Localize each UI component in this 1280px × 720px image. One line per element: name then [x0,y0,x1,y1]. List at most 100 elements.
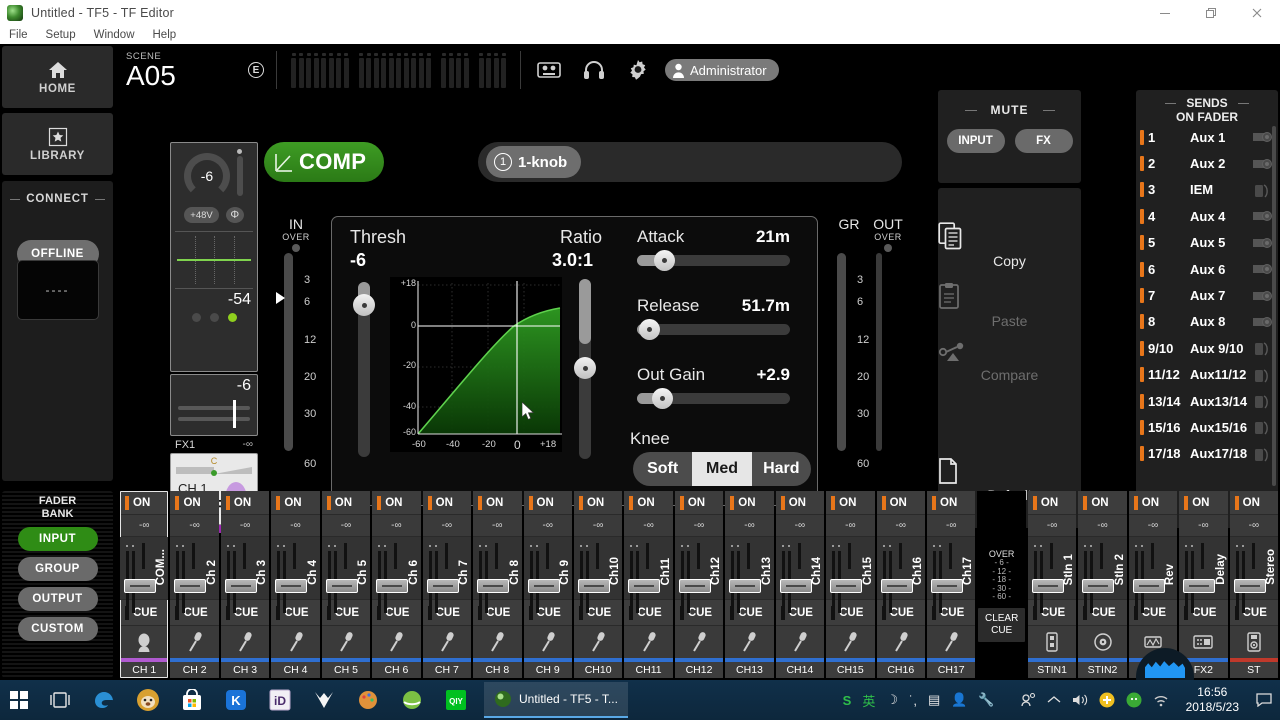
menu-file[interactable]: File [9,29,28,41]
fader-bank-group-button[interactable]: GROUP [17,557,98,581]
channel-strip-ch17[interactable]: ON -∞ Ch17 CUE CH17 [927,491,976,678]
ratio-slider-knob[interactable] [574,357,596,379]
wifi-icon[interactable] [1153,694,1169,707]
fader-cap[interactable] [729,579,762,593]
channel-on-button[interactable]: ON [321,491,371,515]
channel-on-button[interactable]: ON [271,491,320,515]
release-slider-knob[interactable] [639,319,660,340]
channel-strip-ch4[interactable]: ON -∞ Ch 4 CUE CH 4 [271,491,320,678]
channel-fader[interactable]: StIn 1 [1027,537,1077,613]
menu-help[interactable]: Help [153,29,177,41]
channel-fader[interactable]: Ch16 [876,537,925,613]
channel-fader[interactable]: Ch10 [573,537,623,613]
maxthon-browser-icon[interactable] [302,680,346,720]
fader-bank-output-button[interactable]: OUTPUT [17,587,98,611]
channel-strip-ch11[interactable]: ON -∞ Ch11 CUE CH11 [624,491,673,678]
channel-fader[interactable]: StIn 2 [1078,537,1127,613]
channel-on-button[interactable]: ON [523,491,572,515]
fader-cap[interactable] [1031,579,1064,593]
qiy-app-icon[interactable]: QIY [434,680,478,720]
channel-fader[interactable]: Stereo [1229,537,1279,613]
channel-strip-ch14[interactable]: ON -∞ Ch14 CUE CH14 [775,491,825,678]
channel-on-button[interactable]: ON [1128,491,1178,515]
notifications-icon[interactable] [1256,693,1272,707]
plus-app-icon[interactable] [1099,692,1115,708]
channel-fader[interactable]: Ch11 [624,537,673,613]
scene-display[interactable]: SCENE A05 [118,51,236,90]
fader-bank-custom-button[interactable]: CUSTOM [17,617,98,641]
fader-cap[interactable] [426,579,459,593]
channel-strip-ch13[interactable]: ON -∞ Ch13 CUE CH13 [725,491,774,678]
channel-on-button[interactable]: ON [120,491,169,515]
ime-tools-icon[interactable]: 🔧 [978,692,994,708]
fader-cap[interactable] [224,579,257,593]
maximize-button[interactable] [1188,0,1234,26]
fader-cap[interactable] [779,579,812,593]
channel-fader[interactable]: Ch13 [725,537,774,613]
menu-setup[interactable]: Setup [46,29,76,41]
channel-fader-section[interactable]: -6 [170,374,258,436]
ime-person-icon[interactable]: 👤 [951,692,967,708]
channel-on-button[interactable]: ON [473,491,522,515]
outgain-slider-knob[interactable] [652,388,673,409]
channel-fader[interactable]: Ch 4 [271,537,320,613]
ime-keyboard-icon[interactable]: ▤ [928,692,940,708]
tray-chevron-up-icon[interactable] [1047,695,1061,705]
fader-cap[interactable] [174,579,207,593]
channel-strip-ch16[interactable]: ON -∞ Ch16 CUE CH16 [876,491,925,678]
mute-fx-button[interactable]: FX [1014,129,1073,153]
channel-on-button[interactable]: ON [573,491,623,515]
channel-on-button[interactable]: ON [876,491,925,515]
send-row-aux-9-10[interactable]: 9/10 Aux 9/10 [1136,335,1278,361]
channel-on-button[interactable]: ON [372,491,421,515]
send-row-aux11-12[interactable]: 11/12 Aux11/12 [1136,362,1278,388]
fader-cap[interactable] [275,579,308,593]
ime-dot-icon[interactable]: ˙, [909,693,917,708]
volume-icon[interactable] [1072,693,1088,707]
channel-strip-ch3[interactable]: ON -∞ Ch 3 CUE CH 3 [220,491,270,678]
headphone-icon[interactable] [583,60,605,80]
fader-bank-input-button[interactable]: INPUT [17,527,98,551]
channel-fader[interactable]: Ch14 [775,537,825,613]
channel-on-button[interactable]: ON [422,491,472,515]
recorder-icon[interactable] [537,61,561,79]
channel-strip-st[interactable]: ON -∞ Stereo CUE ST [1229,491,1279,678]
task-view-button[interactable] [38,680,82,720]
channel-strip-ch9[interactable]: ON -∞ Ch 9 CUE CH 9 [523,491,572,678]
phantom-power-button[interactable]: +48V [184,207,219,223]
eq-curve-display[interactable] [175,231,253,289]
fader-cap[interactable] [124,579,156,593]
channel-on-button[interactable]: ON [1229,491,1279,515]
kuaishou-app-icon[interactable]: K [214,680,258,720]
fader-cap[interactable] [325,579,358,593]
channel-strip-ch10[interactable]: ON -∞ Ch10 CUE CH10 [573,491,623,678]
fader-cap[interactable] [678,579,711,593]
channel-on-button[interactable]: ON [1027,491,1077,515]
channel-on-button[interactable]: ON [220,491,270,515]
send-row-aux-8[interactable]: 8 Aux 8 [1136,309,1278,335]
minimize-button[interactable] [1142,0,1188,26]
close-button[interactable] [1234,0,1280,26]
channel-on-button[interactable]: ON [1078,491,1127,515]
channel-fader[interactable]: Ch15 [826,537,875,613]
wechat-icon[interactable] [1126,692,1142,708]
send-row-aux13-14[interactable]: 13/14 Aux13/14 [1136,388,1278,414]
fader-cap[interactable] [1233,579,1266,593]
fader-cap[interactable] [527,579,560,593]
channel-fader[interactable]: Ch 8 [473,537,522,613]
channel-on-button[interactable]: ON [1179,491,1228,515]
gear-icon[interactable] [627,59,649,81]
channel-fader[interactable]: Ch 5 [321,537,371,613]
send-row-aux15-16[interactable]: 15/16 Aux15/16 [1136,414,1278,440]
send-row-aux-6[interactable]: 6 Aux 6 [1136,256,1278,282]
fader-cap[interactable] [1132,579,1165,593]
send-row-aux-5[interactable]: 5 Aux 5 [1136,230,1278,256]
channel-fader[interactable]: Ch12 [674,537,724,613]
channel-strip-stin1[interactable]: ON -∞ StIn 1 CUE STIN1 [1027,491,1077,678]
outgain-slider[interactable] [637,388,790,409]
channel-fader[interactable]: Ch 6 [372,537,421,613]
channel-strip-ch6[interactable]: ON -∞ Ch 6 CUE CH 6 [372,491,421,678]
indesign-app-icon[interactable]: iD [258,680,302,720]
channel-strip-stin2[interactable]: ON -∞ StIn 2 CUE STIN2 [1078,491,1127,678]
knee-soft-button[interactable]: Soft [633,452,693,486]
